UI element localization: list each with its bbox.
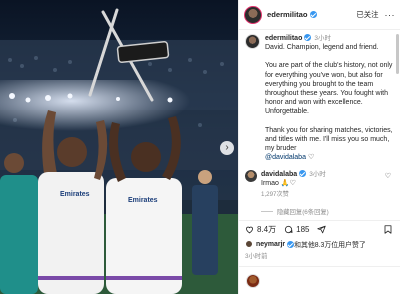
add-comment-area[interactable] xyxy=(239,266,400,294)
like-action[interactable]: 8.4万 xyxy=(245,224,276,235)
celebration-photo: Emirates Emirates xyxy=(0,0,238,294)
post-header: edermilitao 已关注 ··· xyxy=(239,0,400,30)
mention-link[interactable]: @davidalaba xyxy=(265,154,306,161)
author-username[interactable]: edermilitao xyxy=(267,10,308,19)
caption-username[interactable]: edermilitao xyxy=(265,35,302,42)
reply-username[interactable]: davidalaba xyxy=(261,171,297,178)
caption-text: Thank you for sharing matches, victories… xyxy=(265,126,393,153)
caption-avatar[interactable] xyxy=(245,34,260,49)
verified-icon xyxy=(309,11,317,18)
post-timestamp: 3小时前 xyxy=(245,253,268,260)
liked-by-rest: 和其他8.3万位用户赞了 xyxy=(294,242,366,249)
verified-icon xyxy=(299,170,307,177)
avatar[interactable] xyxy=(244,5,262,24)
next-photo-button[interactable]: › xyxy=(220,141,234,155)
share-action[interactable] xyxy=(317,225,329,234)
heart-outline-icon[interactable]: ♡ xyxy=(385,172,391,180)
liked-by-user[interactable]: neymarjr xyxy=(256,241,285,248)
caption-paragraph: Thank you for sharing matches, victories… xyxy=(265,126,395,163)
verified-icon xyxy=(304,34,312,41)
bookmark-icon xyxy=(384,225,392,234)
caption-paragraph: You are part of the club's history, not … xyxy=(265,62,393,116)
reply-avatar[interactable] xyxy=(245,170,257,182)
chevron-right-icon: › xyxy=(225,142,229,153)
comment-count: 185 xyxy=(296,225,310,234)
heart-outline-icon xyxy=(246,226,253,234)
hide-replies-link[interactable]: 隐藏回复(6条回复) xyxy=(261,207,329,216)
following-button[interactable]: 已关注 xyxy=(356,9,378,20)
post-details-panel: edermilitao 已关注 ··· edermilitao 3小时 David… xyxy=(238,0,400,294)
caption: edermilitao 3小时 David. Champion, legend a… xyxy=(245,34,395,162)
more-options-icon[interactable]: ··· xyxy=(385,10,396,20)
save-action[interactable] xyxy=(384,225,395,234)
verified-icon xyxy=(287,240,295,248)
comment-action[interactable]: 185 xyxy=(284,225,309,234)
caption-line1: David. Champion, legend and friend. xyxy=(265,44,379,52)
avatar xyxy=(245,240,253,248)
like-count: 8.4万 xyxy=(257,225,277,234)
reply-likes[interactable]: 1,297次赞 xyxy=(261,190,395,199)
svg-text:Emirates: Emirates xyxy=(60,191,90,198)
comment-icon xyxy=(285,225,293,234)
scrollbar[interactable] xyxy=(396,34,399,74)
praying-hands-icon: 🙏 xyxy=(280,180,290,187)
liked-by[interactable]: neymarjr 和其他8.3万位用户赞了 xyxy=(245,239,366,249)
reply-text: Irmao xyxy=(261,180,279,187)
svg-text:Emirates: Emirates xyxy=(128,197,158,204)
current-user-avatar xyxy=(246,273,260,288)
heart-outline-icon[interactable]: ♡ xyxy=(308,153,314,162)
send-icon xyxy=(317,225,327,234)
reply-time: 3小时 xyxy=(309,171,326,178)
action-bar: 8.4万 185 xyxy=(239,220,400,238)
comment-reply: davidalaba 3小时 Irmao 🙏♡ 1,297次赞 ♡ xyxy=(245,170,395,199)
post-photo[interactable]: Emirates Emirates › xyxy=(0,0,238,294)
heart-emoji-icon: ♡ xyxy=(289,180,296,187)
caption-time: 3小时 xyxy=(314,35,331,42)
